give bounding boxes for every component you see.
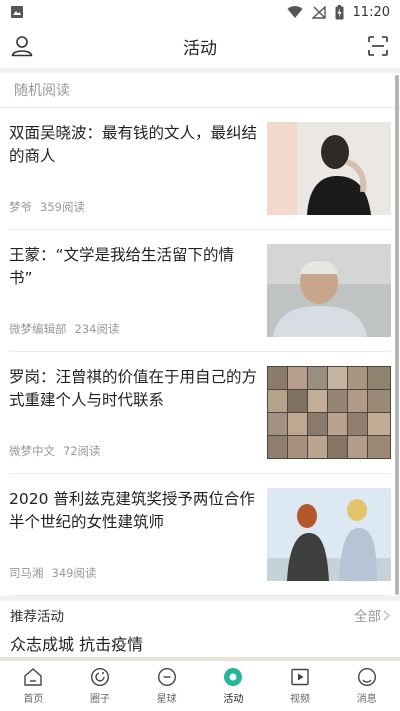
article-thumbnail [267,488,391,581]
planet-icon [157,667,176,687]
nav-circle[interactable]: 圈子 [67,661,134,711]
gallery-notification-icon [10,5,24,19]
nav-label: 星球 [156,694,177,705]
article-item[interactable]: 王蒙：“文学是我给生活留下的情书” 微梦编辑部 234阅读 [9,230,391,352]
article-author: 微梦中文 [9,444,55,458]
article-thumbnail [267,122,391,215]
title-bar: 活动 [0,24,400,68]
nav-home[interactable]: 首页 [0,661,67,711]
wifi-icon [287,5,303,19]
article-thumbnail [267,366,391,459]
nav-label: 视频 [290,694,311,705]
activity-icon [224,668,243,686]
message-icon [357,667,376,687]
article-reads: 349阅读 [51,566,97,580]
article-title: 王蒙：“文学是我给生活留下的情书” [9,246,235,287]
scan-button[interactable] [366,34,390,58]
user-icon [11,36,33,57]
nav-message[interactable]: 消息 [333,661,400,711]
article-title: 罗岗：汪曾祺的价值在于用自己的方式重建个人与时代联系 [9,368,258,409]
article-meta: 梦爷 359阅读 [9,199,85,215]
article-item[interactable]: 双面吴晓波：最有钱的文人，最纠结的商人 梦爷 359阅读 [9,108,391,230]
nav-label: 首页 [23,694,44,705]
scan-icon [368,36,388,56]
status-bar: 11:20 [0,0,400,24]
scrollbar[interactable] [395,75,399,595]
bottom-nav: 首页 圈子 星球 活动 视频 消息 [0,660,400,711]
main-content[interactable]: 随机阅读 双面吴晓波：最有钱的文人，最纠结的商人 梦爷 359阅读 王蒙：“文学是… [0,73,400,660]
article-item[interactable]: 2020 普利兹克建筑奖授予两位合作半个世纪的女性建筑师 司马湘 349阅读 [9,474,391,596]
article-meta: 司马湘 349阅读 [9,565,96,581]
circle-icon [90,667,110,687]
recommended-label: 推荐活动 [10,609,64,625]
article-title: 2020 普利兹克建筑奖授予两位合作半个世纪的女性建筑师 [9,490,255,531]
status-time: 11:20 [352,4,390,20]
article-item[interactable]: 罗岗：汪曾祺的价值在于用自己的方式重建个人与时代联系 微梦中文 72阅读 [9,352,391,474]
recommended-activity[interactable]: 众志成城 抗击疫情 [0,629,400,657]
no-signal-icon [311,5,326,19]
article-meta: 微梦中文 72阅读 [9,443,101,459]
article-reads: 359阅读 [40,200,85,214]
article-author: 司马湘 [9,566,44,580]
battery-charging-icon [335,4,344,20]
profile-button[interactable] [10,34,34,58]
article-title: 双面吴晓波：最有钱的文人，最纠结的商人 [9,124,258,165]
random-reading-header: 随机阅读 [0,73,400,108]
view-all-link[interactable]: 全部 [354,605,390,625]
article-thumbnail [267,244,391,337]
article-reads: 72阅读 [63,444,101,458]
nav-video[interactable]: 视频 [267,661,334,711]
article-author: 微梦编辑部 [9,322,67,336]
article-meta: 微梦编辑部 234阅读 [9,321,119,337]
nav-planet[interactable]: 星球 [133,661,200,711]
article-author: 梦爷 [9,200,32,214]
nav-label: 圈子 [90,694,110,705]
view-all-label: 全部 [354,609,381,625]
nav-label: 活动 [223,694,244,705]
recommended-header: 推荐活动 全部 [0,601,400,629]
video-icon [291,668,309,686]
page-title: 活动 [183,38,217,59]
nav-label: 消息 [356,694,377,705]
article-reads: 234阅读 [74,322,120,336]
nav-activity[interactable]: 活动 [200,661,267,711]
home-icon [24,668,43,686]
chevron-right-icon [383,610,390,620]
